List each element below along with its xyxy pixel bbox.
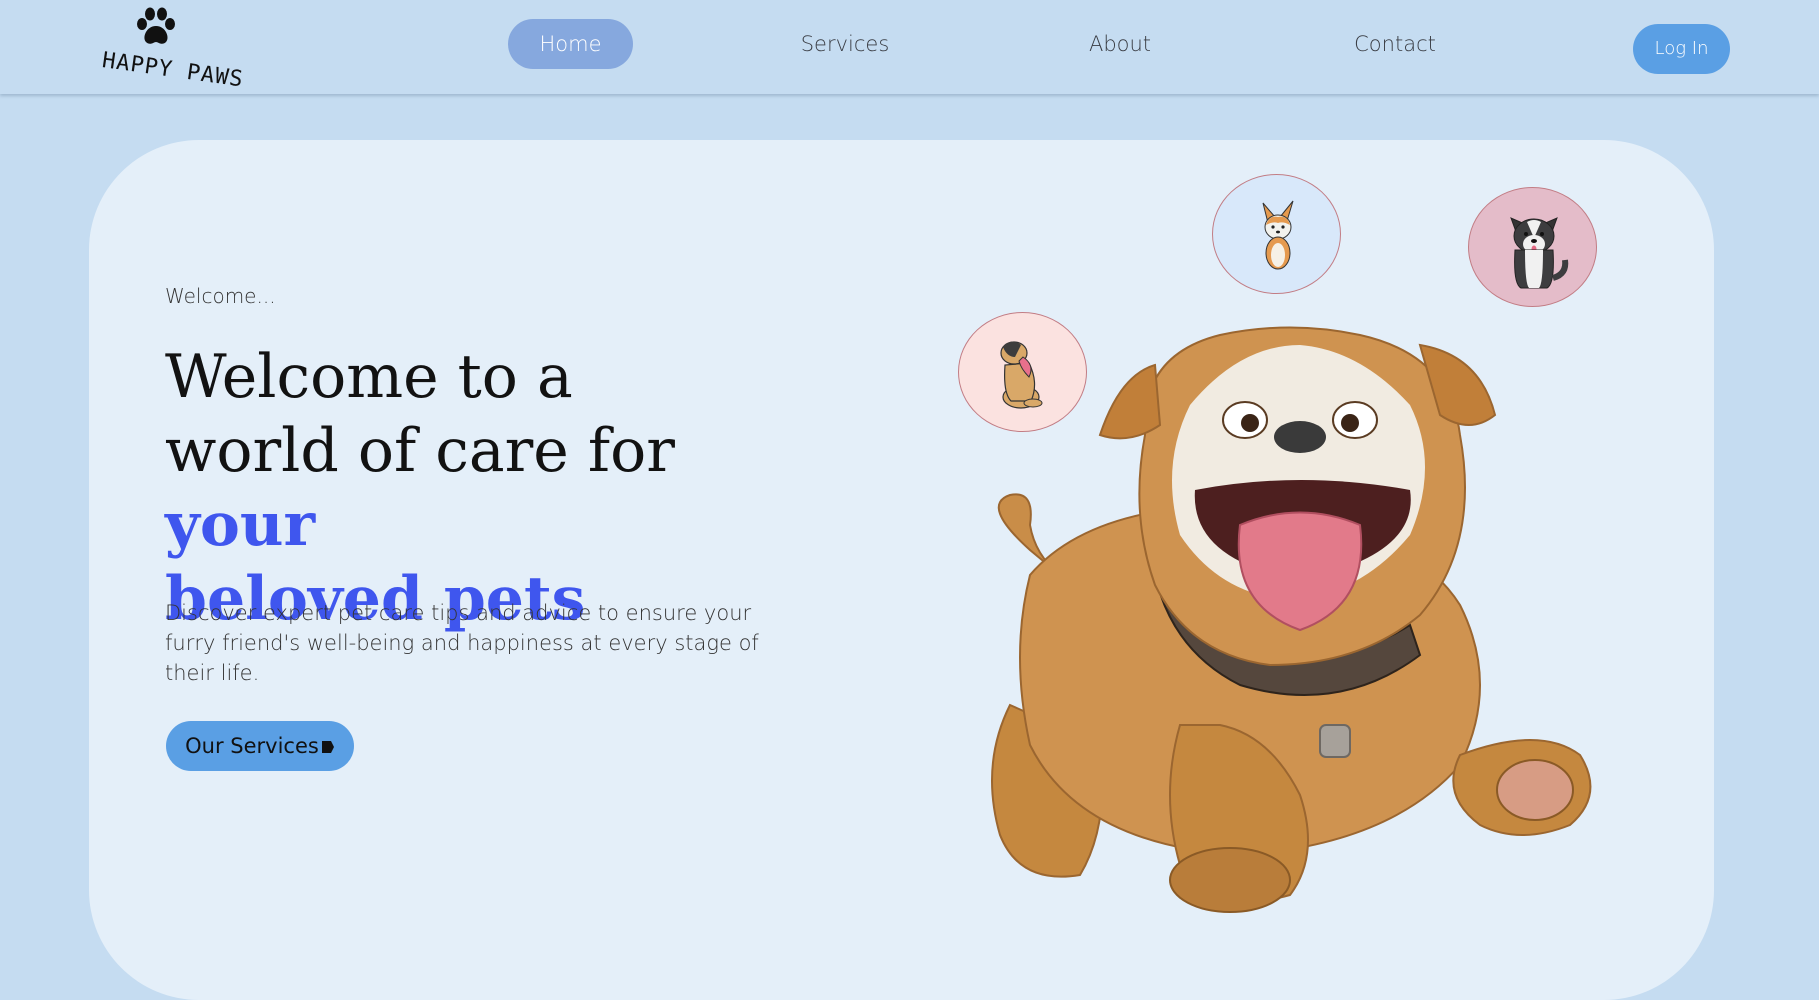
- navbar: HAPPY PAWS Home Services About Contact L…: [0, 0, 1819, 94]
- bulldog-image: [991, 326, 1592, 913]
- logo[interactable]: HAPPY PAWS: [100, 4, 245, 93]
- husky-puppy-image: [1510, 217, 1569, 289]
- nav-about[interactable]: About: [1070, 19, 1170, 69]
- nav-home[interactable]: Home: [508, 19, 633, 69]
- our-services-button[interactable]: Our Services: [166, 721, 354, 771]
- nav-contact[interactable]: Contact: [1340, 19, 1450, 69]
- headline-line-1: Welcome to a: [165, 342, 573, 412]
- hero-headline: Welcome to a world of care for your belo…: [165, 340, 805, 636]
- cta-label: Our Services: [185, 734, 319, 758]
- hero-description: Discover expert pet care tips and advice…: [165, 601, 759, 685]
- headline-highlight-1: your: [165, 490, 316, 560]
- paw-icon: [137, 7, 175, 44]
- corgi-puppy-image: [1262, 200, 1294, 270]
- husky-bubble: [1468, 187, 1597, 307]
- login-button[interactable]: Log In: [1633, 24, 1730, 74]
- nav-services[interactable]: Services: [785, 19, 905, 69]
- arrow-right-icon: [321, 741, 334, 753]
- headline-line-2: world of care for: [165, 416, 675, 486]
- logo-text: HAPPY PAWS: [100, 48, 246, 93]
- hero-eyebrow: Welcome...: [165, 284, 276, 308]
- corgi-bubble: [1212, 174, 1341, 294]
